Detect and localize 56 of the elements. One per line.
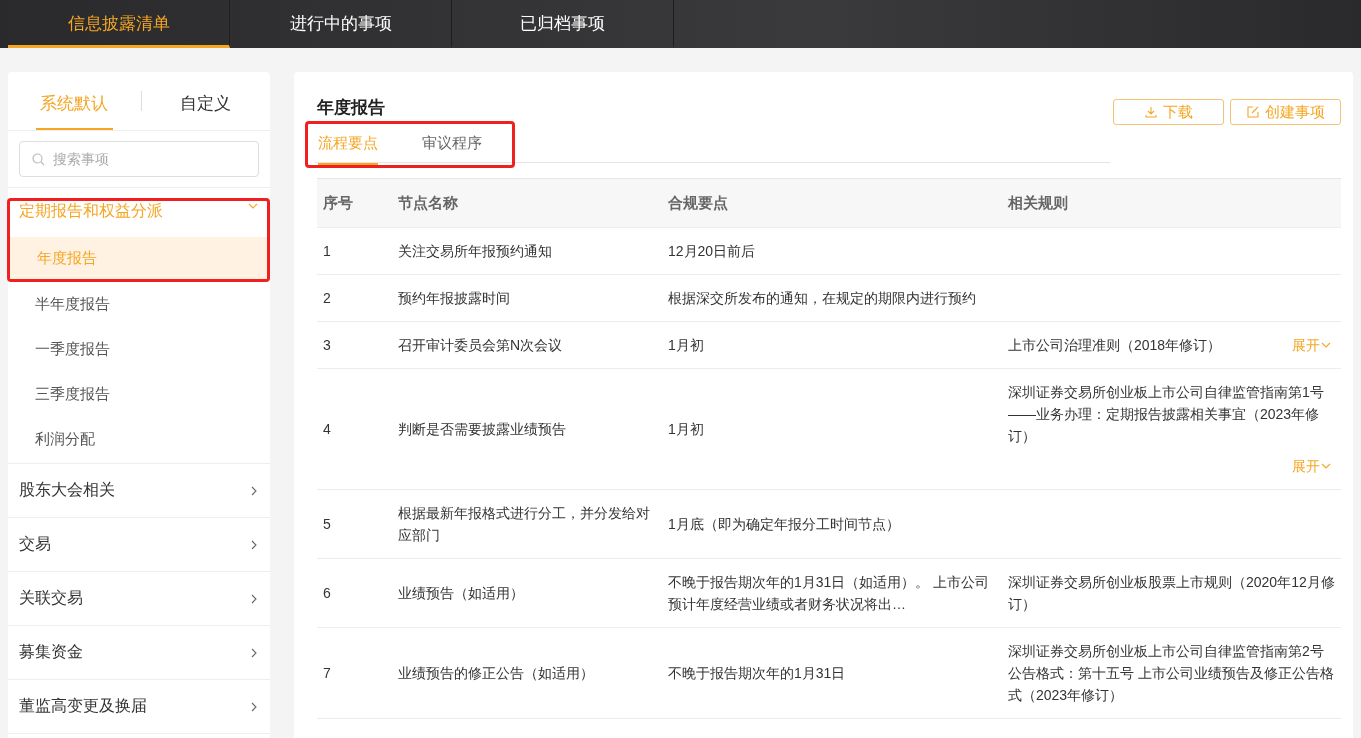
nav-tab[interactable]: 信息披露清单 <box>8 0 230 48</box>
table-cell-text: 深圳证券交易所创业板上市公司自律监管指南第2号公告格式：第十五号 上市公司业绩预告及修正公告格式（2023年修订） <box>1008 642 1335 705</box>
chevron-down-icon <box>1321 341 1331 349</box>
table-cell-text: 判断是否需要披露业绩预告 <box>398 420 566 439</box>
chevron-right-icon <box>249 701 259 712</box>
chevron-right-icon <box>249 647 259 658</box>
table-cell-text: 5 <box>323 515 331 534</box>
table-cell-text: 4 <box>323 420 331 439</box>
table-cell-text: 3 <box>323 336 331 355</box>
nav-tab[interactable]: 已归档事项 <box>452 0 674 48</box>
table-cell-text: 上市公司治理准则（2018年修订） <box>1008 336 1222 355</box>
page-title: 年度报告 <box>317 97 386 119</box>
category-item[interactable]: 关联交易 <box>8 572 270 625</box>
search-icon <box>32 153 45 166</box>
table-cell-text: 深圳证券交易所创业板股票上市规则（2020年12月修订） <box>1008 573 1335 614</box>
table-cell-text: 1月初 <box>668 336 704 355</box>
content-tab[interactable]: 审议程序 <box>422 128 482 165</box>
table-cell-text: 6 <box>323 584 331 603</box>
column-header: 节点名称 <box>397 193 459 213</box>
category-item[interactable]: 股东大会相关 <box>8 464 270 517</box>
column-header: 相关规则 <box>1007 193 1069 213</box>
chevron-right-icon <box>249 485 259 496</box>
sidebar-item[interactable]: 半年度报告 <box>8 282 270 327</box>
column-header: 序号 <box>322 193 354 213</box>
table-cell-text: 不晚于报告期次年的1月31日 <box>668 664 846 683</box>
chevron-down-icon <box>248 201 258 211</box>
table-cell-text: 1月初 <box>668 420 704 439</box>
category-item[interactable]: 董监高变更及换届 <box>8 680 270 733</box>
table-cell-text: 不晚于报告期次年的1月31日（如适用）。 上市公司预计年度经营业绩或者财务状况将出… <box>668 573 991 614</box>
table-cell-text: 深圳证券交易所创业板上市公司自律监管指南第1号——业务办理：定期报告披露相关事宜（2023年修订） <box>1008 383 1325 446</box>
sidebar-item[interactable]: 利润分配 <box>8 417 270 462</box>
column-header: 合规要点 <box>667 193 729 213</box>
table-cell-text: 7 <box>323 664 331 683</box>
table-cell-text: 预约年报披露时间 <box>398 289 510 308</box>
chevron-right-icon <box>249 539 259 550</box>
nav-tab[interactable]: 进行中的事项 <box>230 0 452 48</box>
table-cell-text: 关注交易所年报预约通知 <box>398 242 552 261</box>
search-field[interactable]: 搜索事项 <box>19 141 259 177</box>
sidebar-item[interactable]: 三季度报告 <box>8 372 270 417</box>
table-cell-text: 1 <box>323 242 331 261</box>
sidebar-tab[interactable]: 自定义 <box>141 72 270 130</box>
table-cell-text: 根据深交所发布的通知，在规定的期限内进行预约 <box>668 289 976 308</box>
table-cell-text: 12月20日前后 <box>668 242 756 261</box>
table-cell-text: 业绩预告（如适用） <box>398 584 524 603</box>
edit-icon <box>1246 106 1259 118</box>
sidebar-item[interactable]: 一季度报告 <box>8 327 270 372</box>
table-cell-text: 1月底（即为确定年报分工时间节点） <box>668 515 900 534</box>
table-cell-text: 2 <box>323 289 331 308</box>
table-cell-text: 根据最新年报格式进行分工，并分发给对应部门 <box>398 504 651 545</box>
category-item[interactable]: 交易 <box>8 518 270 571</box>
download-icon <box>1144 106 1157 118</box>
chevron-right-icon <box>249 593 259 604</box>
category-item[interactable]: 募集资金 <box>8 626 270 679</box>
chevron-down-icon <box>1321 462 1331 470</box>
table-cell-text: 业绩预告的修正公告（如适用） <box>398 664 594 683</box>
table-cell-text: 召开审计委员会第N次会议 <box>398 336 563 355</box>
